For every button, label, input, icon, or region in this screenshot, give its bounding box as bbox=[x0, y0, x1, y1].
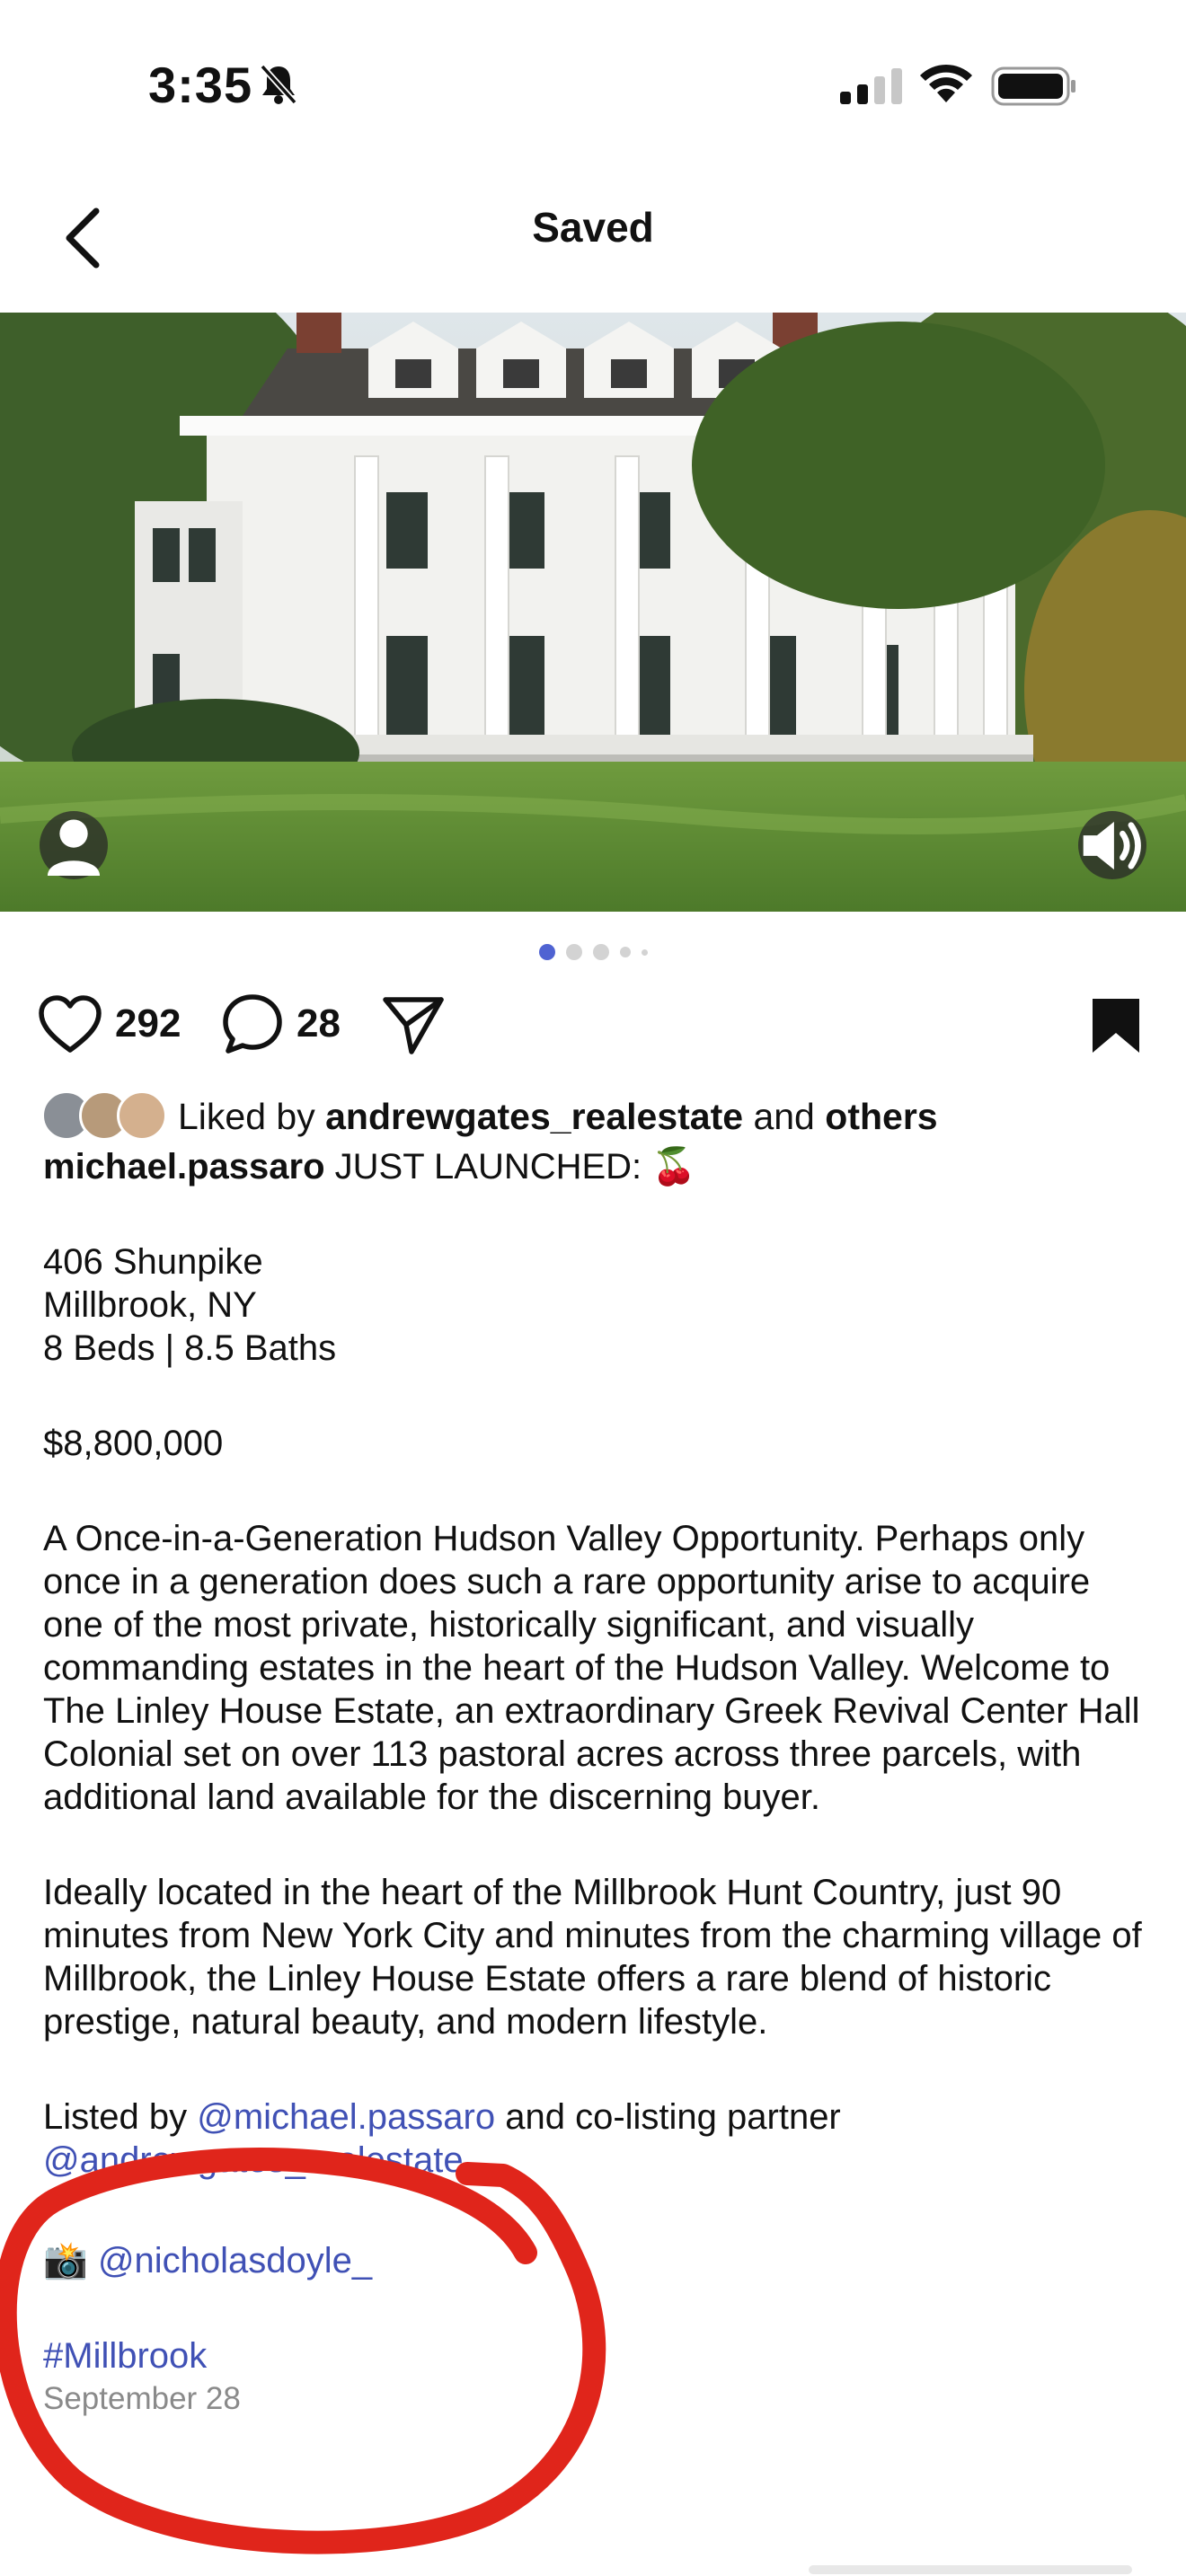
description-paragraph-2: Ideally located in the heart of the Mill… bbox=[43, 1873, 1142, 2042]
comment-count: 28 bbox=[296, 1001, 341, 1045]
signal-icon bbox=[840, 68, 902, 104]
listed-by-link[interactable]: @michael.passaro bbox=[197, 2097, 495, 2137]
tagged-people-button[interactable] bbox=[40, 811, 108, 879]
post-date: September 28 bbox=[43, 2381, 241, 2416]
liked-by-row[interactable]: Liked by andrewgates_realestate and othe… bbox=[41, 1089, 938, 1144]
liked-by-connector: and bbox=[753, 1095, 815, 1137]
liked-by-user[interactable]: andrewgates_realestate bbox=[325, 1096, 743, 1138]
nav-header: Saved bbox=[0, 171, 1186, 314]
address-line-2: Millbrook, NY bbox=[43, 1285, 257, 1325]
listed-by-mid: and co-listing partner bbox=[505, 2097, 841, 2137]
carousel-dot bbox=[565, 944, 582, 960]
status-time: 3:35 bbox=[148, 57, 253, 113]
address-line-1: 406 Shunpike bbox=[43, 1242, 263, 1282]
liked-by-others[interactable]: others bbox=[825, 1096, 937, 1138]
liked-avatars bbox=[41, 1090, 167, 1142]
page-title: Saved bbox=[532, 204, 654, 251]
description-paragraph-1: A Once-in-a-Generation Hudson Valley Opp… bbox=[43, 1519, 1140, 1817]
comment-icon bbox=[223, 994, 282, 1054]
carousel-dot bbox=[641, 948, 648, 956]
status-bar: 3:35 bbox=[0, 0, 1186, 171]
caption-author[interactable]: michael.passaro bbox=[43, 1147, 325, 1187]
liked-by-prefix: Liked by bbox=[178, 1095, 315, 1137]
post-image[interactable] bbox=[0, 313, 1186, 912]
post-caption: michael.passaro JUST LAUNCHED: 🍒 406 Shu… bbox=[43, 1145, 1157, 2421]
camera-emoji: 📸 bbox=[43, 2241, 88, 2280]
listed-by-prefix: Listed by bbox=[43, 2097, 188, 2137]
bookmark-icon[interactable] bbox=[1087, 995, 1145, 1056]
house-photo bbox=[0, 313, 1186, 912]
caption-headline: JUST LAUNCHED: 🍒 bbox=[334, 1147, 697, 1187]
partner-link[interactable]: @andrewgates_realestate bbox=[43, 2140, 464, 2180]
speaker-icon bbox=[1083, 821, 1141, 869]
carousel-indicator bbox=[0, 941, 1186, 963]
send-icon bbox=[383, 997, 444, 1054]
share-button[interactable] bbox=[381, 988, 446, 1060]
photographer-link[interactable]: @nicholasdoyle_ bbox=[98, 2241, 372, 2280]
avatar bbox=[117, 1090, 167, 1141]
battery-icon bbox=[991, 66, 1075, 106]
property-price: $8,800,000 bbox=[43, 1424, 224, 1463]
comment-button[interactable]: 28 bbox=[221, 988, 341, 1060]
post-actions: 292 28 bbox=[0, 988, 1186, 1060]
hashtag-link[interactable]: #Millbrook bbox=[43, 2336, 207, 2376]
person-tag-icon bbox=[47, 818, 101, 876]
wifi-icon bbox=[920, 64, 972, 102]
like-count: 292 bbox=[115, 1001, 181, 1045]
carousel-dot bbox=[619, 947, 631, 957]
heart-icon bbox=[39, 995, 102, 1053]
carousel-dot bbox=[538, 944, 555, 960]
sound-toggle-button[interactable] bbox=[1078, 811, 1146, 879]
home-indicator bbox=[809, 2565, 1132, 2574]
property-specs: 8 Beds | 8.5 Baths bbox=[43, 1328, 337, 1368]
like-button[interactable]: 292 bbox=[38, 988, 181, 1060]
bell-slash-icon bbox=[260, 64, 297, 105]
carousel-dot bbox=[592, 944, 609, 960]
